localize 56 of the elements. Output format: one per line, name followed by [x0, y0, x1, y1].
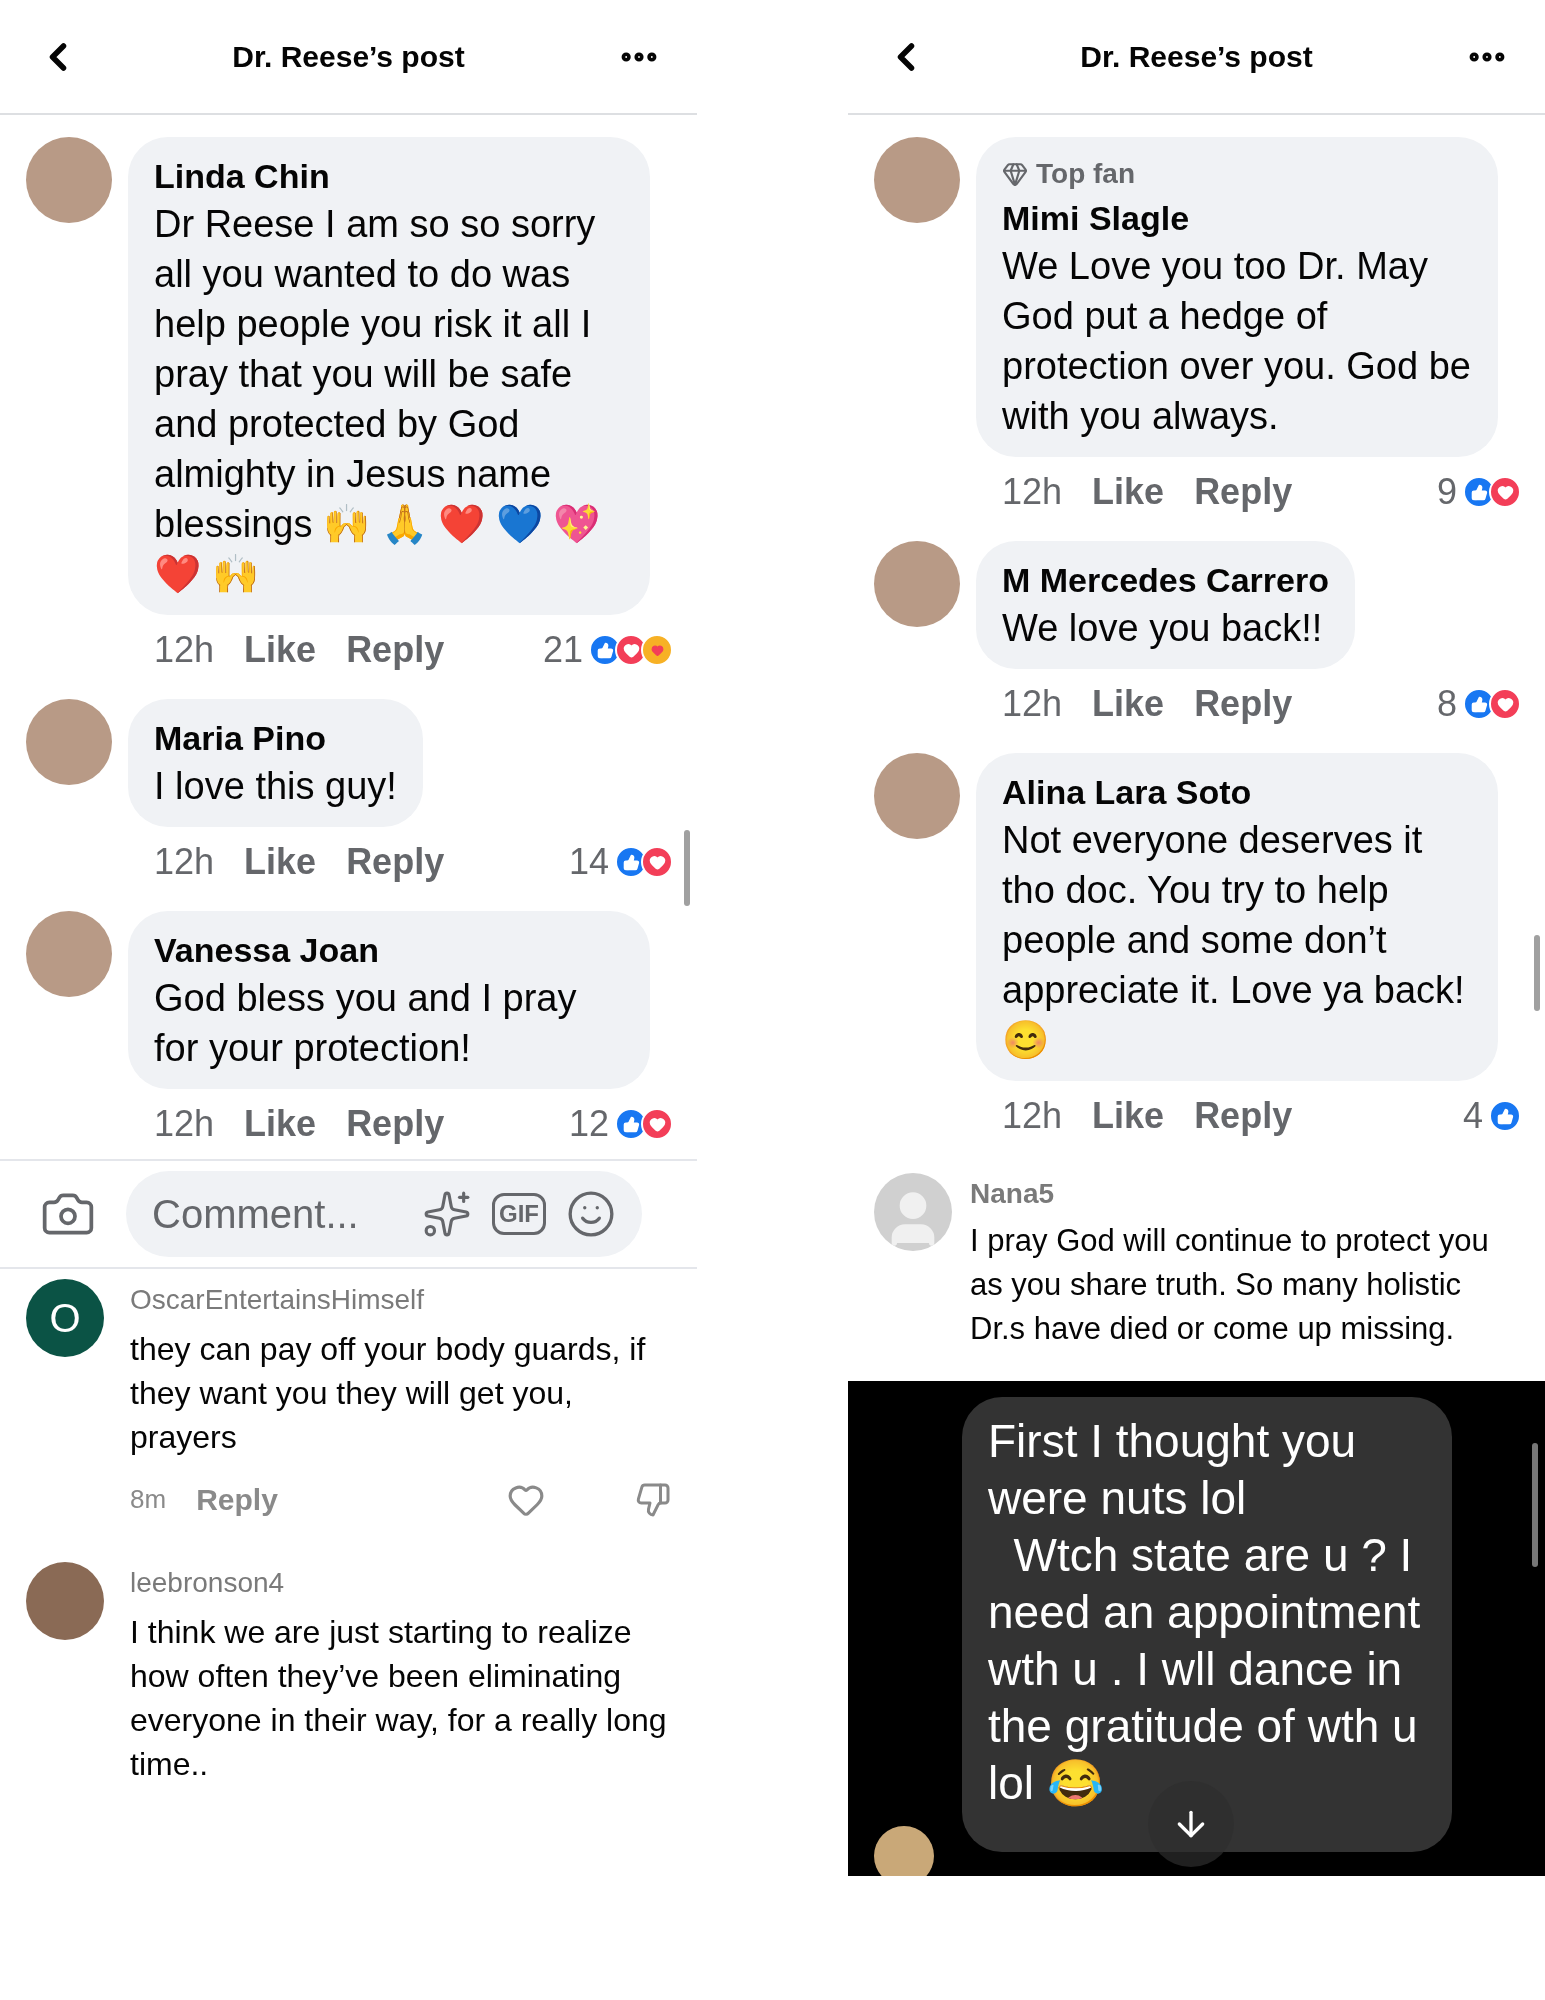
- top-fan-label: Top fan: [1036, 157, 1135, 191]
- reaction-count: 4: [1462, 1094, 1483, 1138]
- reaction-count: 12: [568, 1102, 609, 1146]
- comment-text: We Love you too Dr. May God put a hedge of protection over you. God be with you always.: [1002, 244, 1472, 439]
- header-title: Dr. Reese’s post: [232, 39, 465, 75]
- reply-link[interactable]: Reply: [1194, 677, 1293, 731]
- comment-time: 12h: [1002, 1094, 1063, 1138]
- reaction-count: 9: [1436, 470, 1457, 514]
- comment-author: OscarEntertainsHimself: [130, 1283, 426, 1317]
- comment-text: Not everyone deserves it tho doc. You try to help people and some don’t appreciate it. Love ya back! 😊: [1002, 818, 1466, 1063]
- gif-button[interactable]: GIF: [492, 1193, 546, 1235]
- comment-text: God bless you and I pray for your protection!: [154, 976, 578, 1071]
- reply-link[interactable]: Reply: [346, 623, 445, 677]
- like-link[interactable]: Like: [1092, 677, 1165, 731]
- comment-time: 12h: [154, 840, 215, 884]
- avatar-photo: [874, 1826, 934, 1876]
- comment-author: leebronson4: [130, 1566, 286, 1600]
- comment-author: Maria Pino: [154, 718, 327, 759]
- reply-link[interactable]: Reply: [346, 835, 445, 889]
- like-link[interactable]: Like: [244, 1097, 317, 1151]
- dislike-icon[interactable]: [635, 1481, 671, 1518]
- sparkle-icon[interactable]: [422, 1189, 472, 1239]
- reaction-count: 14: [568, 840, 609, 884]
- comment-text: We love you back!!: [1002, 606, 1324, 651]
- like-link[interactable]: Like: [1092, 465, 1165, 519]
- comment-author: Vanessa Joan: [154, 930, 380, 971]
- comment-text: I love this guy!: [154, 764, 397, 809]
- comment-time: 8m: [130, 1483, 167, 1516]
- reply-link[interactable]: Reply: [1194, 1089, 1293, 1143]
- comment-text: I think we are just starting to realize how often they’ve been eliminating everyone in their way, for a really long time..: [130, 1613, 668, 1784]
- avatar-letter: O: [26, 1279, 104, 1357]
- comment-author: M Mercedes Carrero: [1002, 560, 1329, 601]
- comment-field[interactable]: Comment... GIF: [126, 1171, 642, 1257]
- gem-icon: [1002, 161, 1028, 187]
- like-link[interactable]: Like: [1092, 1089, 1165, 1143]
- like-link[interactable]: Like: [244, 835, 317, 889]
- reply-link[interactable]: Reply: [1194, 465, 1293, 519]
- emoji-icon[interactable]: [566, 1189, 616, 1239]
- comment-author: Linda Chin: [154, 156, 331, 197]
- header-title: Dr. Reese’s post: [1080, 39, 1313, 75]
- comment-time: 12h: [1002, 682, 1063, 726]
- comment-time: 12h: [154, 628, 215, 672]
- comment-time: 12h: [154, 1102, 215, 1146]
- reply-link[interactable]: Reply: [346, 1097, 445, 1151]
- comment-text: Dr Reese I am so so sorry all you wanted to do was help people you risk it all I pray that you will be safe and protected by God almighty in Jesus name blessings 🙌 🙏 ❤ 💙 💖 ❤ 🙌: [154, 202, 602, 597]
- reaction-count: 21: [542, 628, 583, 672]
- comment-author: Alina Lara Soto: [1002, 772, 1253, 813]
- like-link[interactable]: Like: [244, 623, 317, 677]
- reaction-count: 8: [1436, 682, 1457, 726]
- comment-time: 12h: [1002, 470, 1063, 514]
- reply-link[interactable]: Reply: [196, 1477, 278, 1522]
- comment-text: they can pay off your body guards, if they want you they will get you, prayers: [130, 1330, 647, 1457]
- comment-author: Nana5: [970, 1177, 1056, 1211]
- message-text: First I thought you were nuts lol Wtch state are u ? I need an appointment wth u . I wll dance in the gratitude of wth u lol 😂: [988, 1414, 1422, 1811]
- comment-author: Mimi Slagle: [1002, 198, 1191, 239]
- comment-text: I pray God will continue to protect you as you share truth. So many holistic Dr.s have died or come up missing.: [970, 1222, 1490, 1348]
